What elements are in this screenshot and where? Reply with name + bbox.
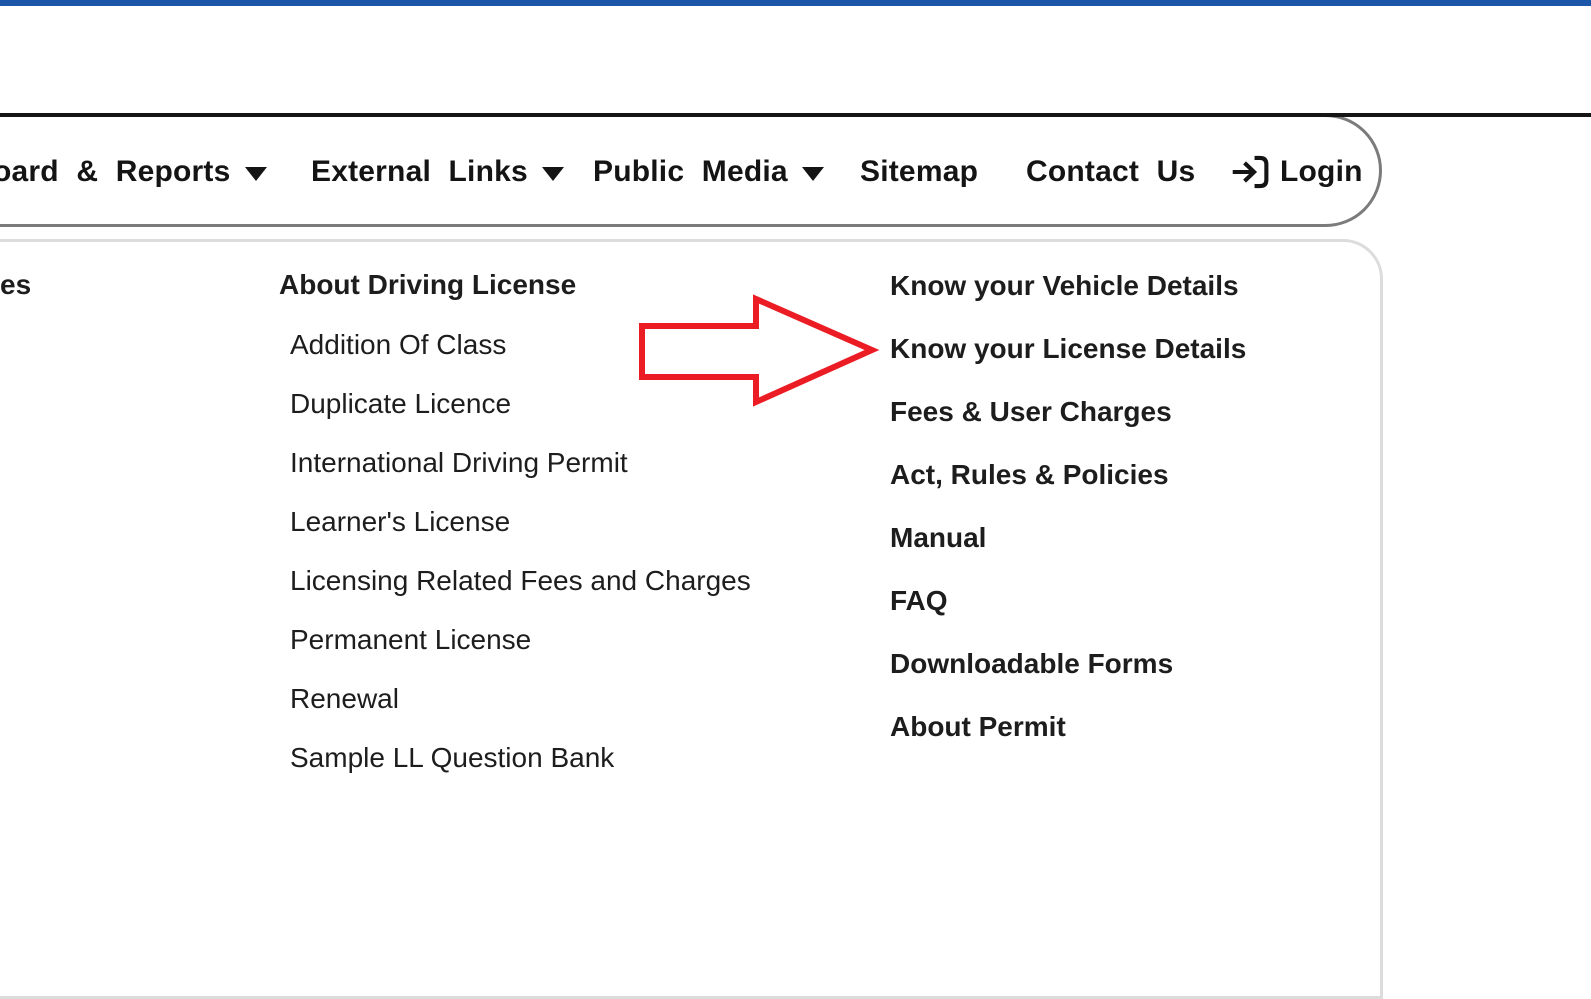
menu-item-faq[interactable]: FAQ (890, 586, 948, 616)
caret-down-icon (802, 167, 824, 181)
nav-item-sitemap[interactable]: Sitemap (860, 149, 978, 195)
menu-item-licensing-related-fees-and-charges[interactable]: Licensing Related Fees and Charges (290, 566, 751, 596)
nav-item-label: Sitemap (860, 155, 978, 189)
menu-item-duplicate-licence[interactable]: Duplicate Licence (290, 389, 511, 419)
nav-item-dashboard-reports[interactable]: oard & Reports (0, 149, 267, 195)
menu-item-fees-user-charges[interactable]: Fees & User Charges (890, 397, 1172, 427)
caret-down-icon (245, 167, 267, 181)
menu-item-know-your-vehicle-details[interactable]: Know your Vehicle Details (890, 271, 1239, 301)
nav-item-label: External Links (311, 155, 528, 189)
menu-item-about-permit[interactable]: About Permit (890, 712, 1066, 742)
nav-item-external-links[interactable]: External Links (311, 149, 564, 195)
nav-item-label: oard & Reports (0, 155, 231, 189)
nav-item-contact-us[interactable]: Contact Us (1026, 149, 1195, 195)
menu-item-manual[interactable]: Manual (890, 523, 986, 553)
nav-item-label: Contact Us (1026, 155, 1195, 189)
nav-item-login[interactable]: Login (1230, 149, 1363, 195)
page: { "colors": { "topbar": "#1c56a9", "anno… (0, 0, 1591, 918)
nav-item-label: Public Media (593, 155, 788, 189)
menu-item-addition-of-class[interactable]: Addition Of Class (290, 330, 506, 360)
menu-item-sample-ll-question-bank[interactable]: Sample LL Question Bank (290, 743, 614, 773)
header-divider (0, 113, 1591, 117)
menu-item-international-driving-permit[interactable]: International Driving Permit (290, 448, 628, 478)
menu-column1-header-fragment[interactable]: es (0, 270, 31, 300)
menu-item-downloadable-forms[interactable]: Downloadable Forms (890, 649, 1173, 679)
menu-item-learners-license[interactable]: Learner's License (290, 507, 510, 537)
sign-in-icon (1230, 152, 1270, 192)
caret-down-icon (542, 167, 564, 181)
nav-item-label: Login (1280, 155, 1363, 189)
menu-item-permanent-license[interactable]: Permanent License (290, 625, 531, 655)
menu-item-know-your-license-details[interactable]: Know your License Details (890, 334, 1246, 364)
menu-item-renewal[interactable]: Renewal (290, 684, 399, 714)
menu-header-about-driving-license[interactable]: About Driving License (279, 270, 576, 300)
nav-item-public-media[interactable]: Public Media (593, 149, 824, 195)
menu-item-act-rules-policies[interactable]: Act, Rules & Policies (890, 460, 1169, 490)
top-accent-bar (0, 0, 1591, 6)
annotation-arrow-right-icon (632, 290, 882, 415)
